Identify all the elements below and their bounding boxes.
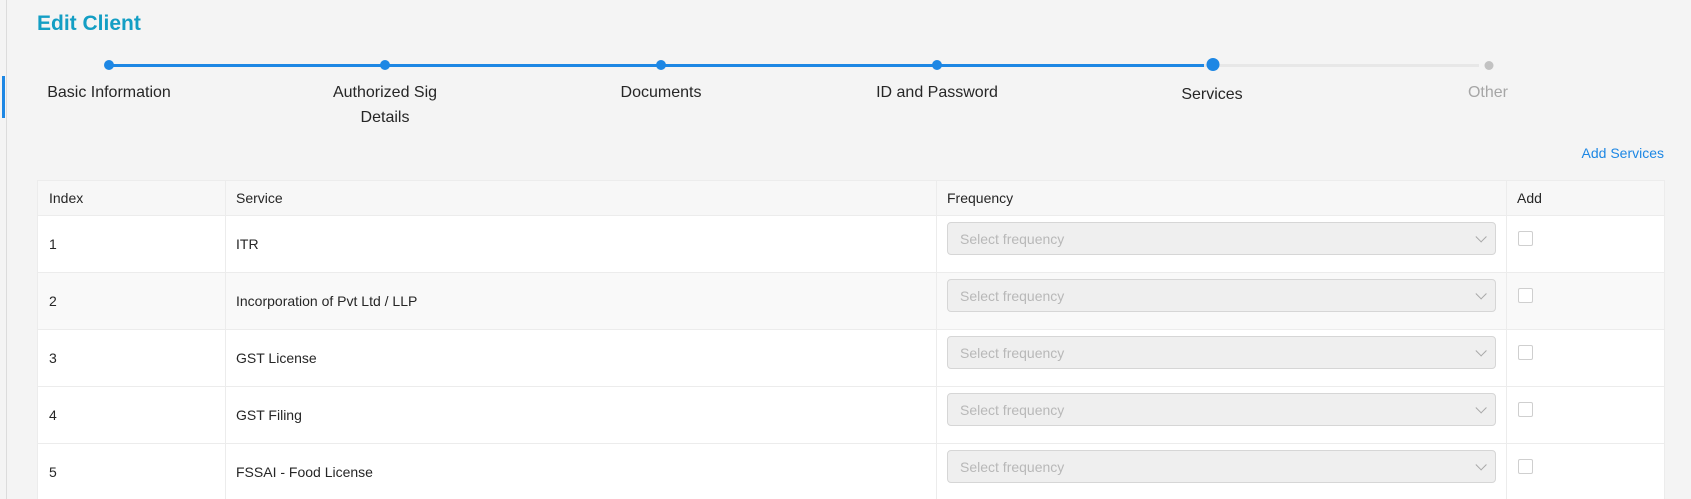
step-dot-authorized-sig (380, 60, 390, 70)
row-add-cell (1507, 387, 1664, 443)
header-frequency: Frequency (937, 181, 1507, 215)
step-dot-other (1484, 61, 1494, 70)
header-add: Add (1517, 190, 1542, 206)
row-frequency-cell: Select frequency (937, 387, 1507, 443)
table-row: 4 GST Filing Select frequency (38, 387, 1664, 444)
row-index: 3 (38, 330, 226, 386)
row-service: FSSAI - Food License (226, 444, 937, 499)
step-basic-information[interactable]: Basic Information (19, 80, 199, 105)
left-accent-bar (2, 76, 5, 118)
step-track-remaining (1204, 64, 1479, 67)
row-service: GST License (226, 330, 937, 386)
frequency-placeholder: Select frequency (960, 230, 1065, 247)
row-frequency-cell: Select frequency (937, 330, 1507, 386)
add-checkbox[interactable] (1518, 231, 1533, 246)
frequency-select[interactable]: Select frequency (947, 279, 1496, 312)
table-row: 3 GST License Select frequency (38, 330, 1664, 387)
chevron-down-icon (1475, 344, 1487, 357)
add-checkbox[interactable] (1518, 288, 1533, 303)
step-dot-basic-information (104, 60, 114, 70)
step-services[interactable]: Services (1122, 82, 1302, 107)
step-dot-services (1206, 58, 1220, 71)
header-index: Index (38, 181, 226, 215)
frequency-select[interactable]: Select frequency (947, 450, 1496, 483)
add-services-link[interactable]: Add Services (1582, 145, 1664, 161)
add-checkbox[interactable] (1518, 459, 1533, 474)
table-row: 2 Incorporation of Pvt Ltd / LLP Select … (38, 273, 1664, 330)
page-title: Edit Client (37, 12, 141, 35)
step-dot-documents (656, 60, 666, 70)
frequency-select[interactable]: Select frequency (947, 393, 1496, 426)
add-checkbox[interactable] (1518, 345, 1533, 360)
step-progress: Basic Information Authorized Sig Details… (37, 56, 1665, 126)
table-header-row: Index Service Frequency Add (38, 181, 1664, 216)
chevron-down-icon (1475, 230, 1487, 243)
chevron-down-icon (1475, 458, 1487, 471)
step-documents[interactable]: Documents (571, 80, 751, 105)
step-dot-id-password (932, 60, 942, 70)
row-service: ITR (226, 216, 937, 272)
row-add-cell (1507, 273, 1664, 329)
row-index: 2 (38, 273, 226, 329)
row-add-cell (1507, 216, 1664, 272)
row-service: GST Filing (226, 387, 937, 443)
services-table: Index Service Frequency Add 1 ITR Select… (37, 180, 1665, 499)
frequency-placeholder: Select frequency (960, 401, 1065, 418)
row-frequency-cell: Select frequency (937, 273, 1507, 329)
table-row: 1 ITR Select frequency (38, 216, 1664, 273)
chevron-down-icon (1475, 401, 1487, 414)
frequency-select[interactable]: Select frequency (947, 336, 1496, 369)
row-index: 1 (38, 216, 226, 272)
frequency-select[interactable]: Select frequency (947, 222, 1496, 255)
row-frequency-cell: Select frequency (937, 444, 1507, 499)
chevron-down-icon (1475, 287, 1487, 300)
row-index: 4 (38, 387, 226, 443)
step-authorized-sig-details[interactable]: Authorized Sig Details (315, 80, 455, 130)
frequency-placeholder: Select frequency (960, 344, 1065, 361)
step-other[interactable]: Other (1398, 80, 1578, 105)
row-service: Incorporation of Pvt Ltd / LLP (226, 273, 937, 329)
row-index: 5 (38, 444, 226, 499)
row-frequency-cell: Select frequency (937, 216, 1507, 272)
header-service: Service (226, 181, 937, 215)
row-add-cell (1507, 330, 1664, 386)
table-row: 5 FSSAI - Food License Select frequency (38, 444, 1664, 499)
frequency-placeholder: Select frequency (960, 458, 1065, 475)
row-add-cell (1507, 444, 1664, 499)
left-border (6, 0, 7, 499)
add-checkbox[interactable] (1518, 402, 1533, 417)
frequency-placeholder: Select frequency (960, 287, 1065, 304)
step-id-and-password[interactable]: ID and Password (847, 80, 1027, 105)
